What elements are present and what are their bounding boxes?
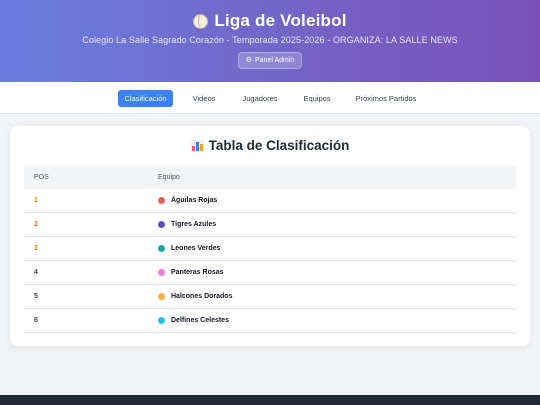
table-row: 3 Leones Verdes [24,237,516,261]
page-subtitle: Colegio La Salle Sagrado Corazón - Tempo… [82,35,458,45]
team-cell: Leones Verdes [158,245,516,252]
team-name: Leones Verdes [171,245,221,252]
position-cell: 2 [34,221,38,228]
team-cell: Águilas Rojas [158,197,516,204]
tab-clasificacion[interactable]: Clasificación [118,90,173,107]
page-header: Liga de Voleibol Colegio La Salle Sagrad… [0,0,540,82]
table-row: 4 Panteras Rosas [24,261,516,285]
team-cell: Panteras Rosas [158,269,516,276]
admin-panel-label: Panel Admin [254,57,295,64]
gear-icon: ⚙ [245,57,252,64]
team-cell: Delfines Celestes [158,317,516,324]
table-row: 6 Delfines Celestes [24,309,516,333]
table-header: POS Equipo [24,165,516,189]
team-color-dot [158,317,165,324]
column-header-team: Equipo [158,173,180,181]
standings-title-text: Tabla de Clasificación [208,138,350,153]
team-name: Halcones Dorados [171,293,233,300]
column-header-pos: POS [34,173,49,181]
position-cell: 6 [34,317,38,324]
admin-panel-button[interactable]: ⚙ Panel Admin [238,52,302,69]
team-cell: Halcones Dorados [158,293,516,300]
standings-card: Tabla de Clasificación POS Equipo 1 Águi… [10,126,530,346]
tab-videos[interactable]: Videos [186,90,222,107]
tab-equipos[interactable]: Equipos [297,90,337,107]
team-color-dot [158,293,165,300]
position-cell: 5 [34,293,38,300]
main-nav: Clasificación Videos Jugadores Equipos P… [0,82,540,114]
team-color-dot [158,197,165,204]
table-row: 2 Tigres Azules [24,213,516,237]
page-title: Liga de Voleibol [0,11,540,31]
table-row: 1 Águilas Rojas [24,189,516,213]
standings-table: POS Equipo 1 Águilas Rojas 2 Tigres Azul… [24,165,516,333]
tab-jugadores[interactable]: Jugadores [236,90,284,107]
table-row: 5 Halcones Dorados [24,285,516,309]
team-color-dot [158,221,165,228]
bar-chart-icon [190,139,204,152]
team-color-dot [158,269,165,276]
team-name: Tigres Azules [171,221,217,228]
volleyball-icon [193,13,209,29]
team-name: Panteras Rosas [171,269,224,276]
standings-title: Tabla de Clasificación [10,138,530,153]
team-name: Águilas Rojas [171,197,218,204]
page-footer [0,395,540,405]
tab-proximos-partidos[interactable]: Próximos Partidos [350,90,422,107]
team-cell: Tigres Azules [158,221,516,228]
page-title-text: Liga de Voleibol [214,11,347,30]
position-cell: 3 [34,245,38,252]
team-name: Delfines Celestes [171,317,229,324]
position-cell: 1 [34,197,38,204]
position-cell: 4 [34,269,38,276]
team-color-dot [158,245,165,252]
